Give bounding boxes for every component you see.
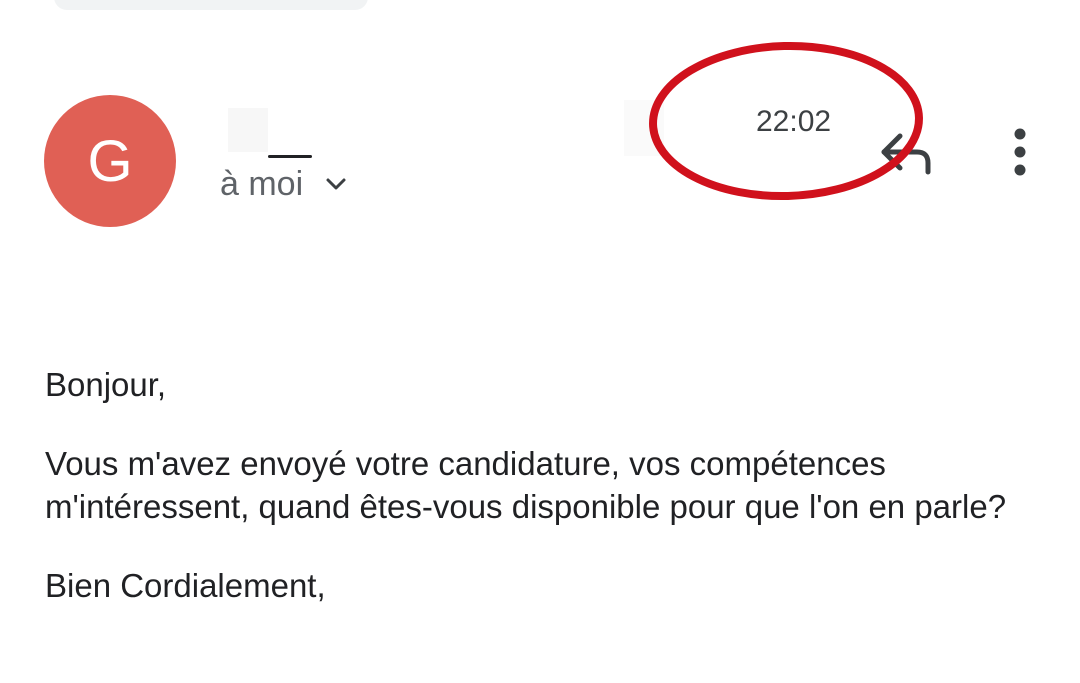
recipient-details[interactable]: à moi — [220, 162, 349, 206]
more-vert-icon — [1014, 128, 1026, 176]
recipient-label: à moi — [220, 164, 304, 203]
avatar-letter: G — [87, 128, 133, 194]
reply-icon — [881, 133, 931, 175]
message-time: 22:02 — [756, 105, 832, 138]
sender-name-mark — [268, 155, 312, 158]
closing-text: Bien Cordialement, — [45, 567, 326, 604]
message-body: Bonjour, Vous m'avez envoyé votre candid… — [45, 363, 1035, 607]
chevron-down-icon[interactable] — [323, 171, 349, 197]
reply-button[interactable] — [872, 124, 938, 180]
more-options-button[interactable] — [996, 122, 1044, 182]
top-chip — [54, 0, 368, 10]
sender-name-redacted — [228, 108, 268, 152]
sender-avatar[interactable]: G — [44, 95, 176, 227]
time-shade — [624, 100, 664, 156]
message-text: Vous m'avez envoyé votre candidature, vo… — [45, 445, 1007, 525]
greeting-text: Bonjour, — [45, 366, 167, 403]
